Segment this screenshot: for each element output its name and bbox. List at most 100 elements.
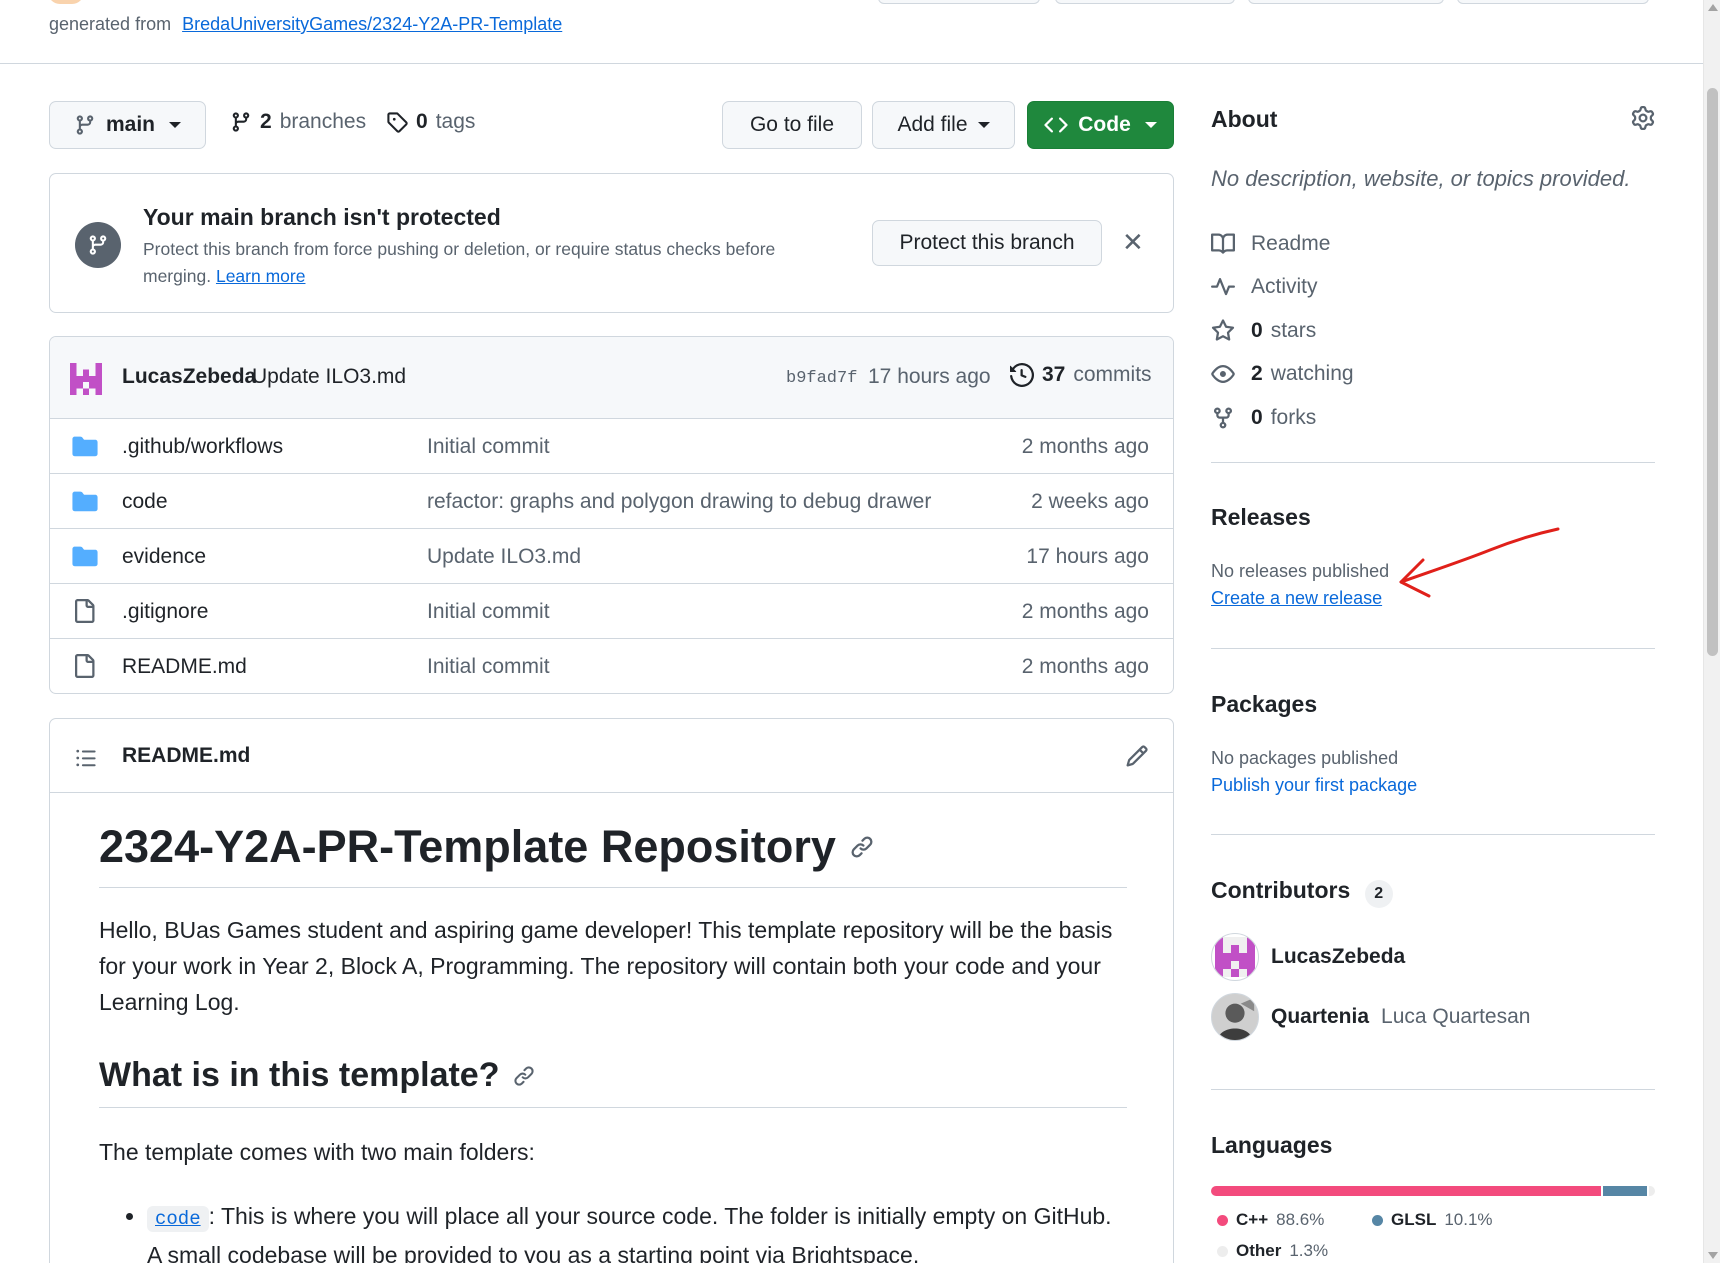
branch-icon — [76, 115, 94, 135]
repo-action-button[interactable] — [1248, 0, 1444, 4]
file-commit-message[interactable]: Update ILO3.md — [427, 545, 581, 569]
history-icon — [1010, 363, 1034, 387]
repo-action-button[interactable] — [1457, 0, 1649, 4]
commit-message[interactable]: Update ILO3.md — [252, 365, 406, 389]
contributors-title: Contributors — [1211, 877, 1351, 903]
language-dot — [1217, 1245, 1228, 1257]
scrollbar-thumb[interactable] — [1707, 88, 1718, 656]
file-commit-message[interactable]: Initial commit — [427, 600, 550, 624]
branches-count: 2 — [260, 110, 272, 133]
list-icon[interactable] — [75, 747, 97, 769]
forks-label: forks — [1270, 405, 1317, 429]
file-icon — [75, 654, 95, 678]
commits-count: 37 — [1042, 363, 1066, 386]
stars-label: stars — [1270, 318, 1317, 342]
gear-icon[interactable] — [1631, 106, 1655, 130]
file-commit-message[interactable]: Initial commit — [427, 655, 550, 679]
about-description: No description, website, or topics provi… — [1211, 166, 1631, 191]
avatar[interactable] — [70, 363, 102, 395]
table-row[interactable]: README.md Initial commit 2 months ago — [50, 639, 1173, 693]
language-item[interactable]: GLSL 10.1% — [1372, 1210, 1493, 1230]
scroll-up-icon[interactable] — [1708, 4, 1718, 11]
about-list: Readme Activity 0 stars 2 watching 0 for… — [1211, 222, 1354, 440]
scrollbar[interactable] — [1703, 0, 1720, 1263]
commits-label: commits — [1073, 363, 1152, 386]
packages-title[interactable]: Packages — [1211, 691, 1317, 718]
code-folder-link[interactable]: code — [147, 1206, 209, 1232]
language-bar — [1211, 1186, 1655, 1196]
releases-title[interactable]: Releases — [1211, 504, 1311, 531]
readme-content: 2324-Y2A-PR-Template Repository Hello, B… — [99, 821, 1127, 1263]
avatar — [1211, 993, 1259, 1041]
divider — [1211, 648, 1655, 649]
readme-label: Readme — [1251, 231, 1331, 255]
watchers-link[interactable]: 2 watching — [1211, 353, 1354, 397]
branch-select-button[interactable]: main — [49, 101, 206, 149]
link-icon[interactable] — [513, 1065, 535, 1087]
folder-icon — [72, 436, 98, 457]
branch-name: main — [106, 113, 156, 136]
language-name: GLSL — [1391, 1210, 1437, 1229]
stars-link[interactable]: 0 stars — [1211, 309, 1354, 353]
close-icon[interactable]: ✕ — [1122, 227, 1144, 258]
file-commit-message[interactable]: refactor: graphs and polygon drawing to … — [427, 490, 931, 514]
file-age: 17 hours ago — [1026, 545, 1149, 568]
language-item[interactable]: Other 1.3% — [1217, 1241, 1328, 1261]
table-row[interactable]: evidence Update ILO3.md 17 hours ago — [50, 529, 1173, 584]
language-dot — [1372, 1214, 1383, 1226]
readme-link[interactable]: Readme — [1211, 222, 1354, 266]
go-to-file-button[interactable]: Go to file — [722, 101, 862, 149]
file-name[interactable]: code — [122, 490, 168, 514]
file-name[interactable]: README.md — [122, 655, 247, 679]
repo-action-button[interactable] — [878, 0, 1040, 4]
contributor-item[interactable]: LucasZebeda — [1211, 933, 1405, 981]
contributors-header[interactable]: Contributors 2 — [1211, 877, 1393, 908]
repo-action-button[interactable] — [1055, 0, 1235, 4]
branches-link[interactable]: 2 branches — [230, 110, 366, 134]
forks-link[interactable]: 0 forks — [1211, 396, 1354, 440]
branches-label: branches — [279, 110, 367, 133]
language-item[interactable]: C++ 88.6% — [1217, 1210, 1324, 1230]
file-name[interactable]: evidence — [122, 545, 206, 569]
table-row[interactable]: .github/workflows Initial commit 2 month… — [50, 419, 1173, 474]
table-row[interactable]: code refactor: graphs and polygon drawin… — [50, 474, 1173, 529]
create-release-link[interactable]: Create a new release — [1211, 588, 1382, 609]
learn-more-link[interactable]: Learn more — [216, 266, 306, 286]
commit-author[interactable]: LucasZebeda — [122, 365, 256, 389]
tags-link[interactable]: 0 tags — [386, 110, 475, 134]
code-label: Code — [1078, 113, 1131, 136]
contributor-login: Quartenia — [1271, 1005, 1370, 1028]
publish-package-link[interactable]: Publish your first package — [1211, 775, 1417, 796]
table-row[interactable]: .gitignore Initial commit 2 months ago — [50, 584, 1173, 639]
readme-filename[interactable]: README.md — [122, 744, 250, 768]
commits-link[interactable]: 37 commits — [1010, 363, 1152, 387]
tags-label: tags — [435, 110, 476, 133]
contributor-item[interactable]: Quartenia Luca Quartesan — [1211, 993, 1530, 1041]
activity-link[interactable]: Activity — [1211, 266, 1354, 310]
folder-icon — [72, 491, 98, 512]
add-file-button[interactable]: Add file — [872, 101, 1015, 149]
template-link[interactable]: BredaUniversityGames/2324-Y2A-PR-Templat… — [182, 14, 562, 34]
watching-count: 2 — [1251, 362, 1263, 386]
releases-empty-text: No releases published — [1211, 561, 1390, 581]
annotation-arrow-icon — [1399, 527, 1560, 598]
commit-hash[interactable]: b9fad7f — [786, 369, 857, 388]
code-icon — [1044, 117, 1068, 133]
file-commit-message[interactable]: Initial commit — [427, 435, 550, 459]
divider — [1211, 834, 1655, 835]
eye-icon — [1211, 365, 1235, 384]
file-icon — [75, 599, 95, 623]
divider — [1211, 462, 1655, 463]
packages-empty-text: No packages published — [1211, 748, 1399, 768]
protect-branch-button[interactable]: Protect this branch — [872, 220, 1102, 266]
file-name[interactable]: .github/workflows — [122, 435, 283, 459]
file-name[interactable]: .gitignore — [122, 600, 208, 624]
contributors-count-badge: 2 — [1364, 879, 1393, 908]
file-age: 2 weeks ago — [1031, 490, 1149, 513]
code-button[interactable]: Code — [1027, 101, 1174, 149]
stars-count: 0 — [1251, 318, 1263, 342]
scroll-down-icon[interactable] — [1708, 1252, 1718, 1259]
readme-panel: README.md 2324-Y2A-PR-Template Repositor… — [49, 718, 1174, 1263]
link-icon[interactable] — [850, 835, 874, 859]
pencil-icon[interactable] — [1125, 744, 1149, 768]
